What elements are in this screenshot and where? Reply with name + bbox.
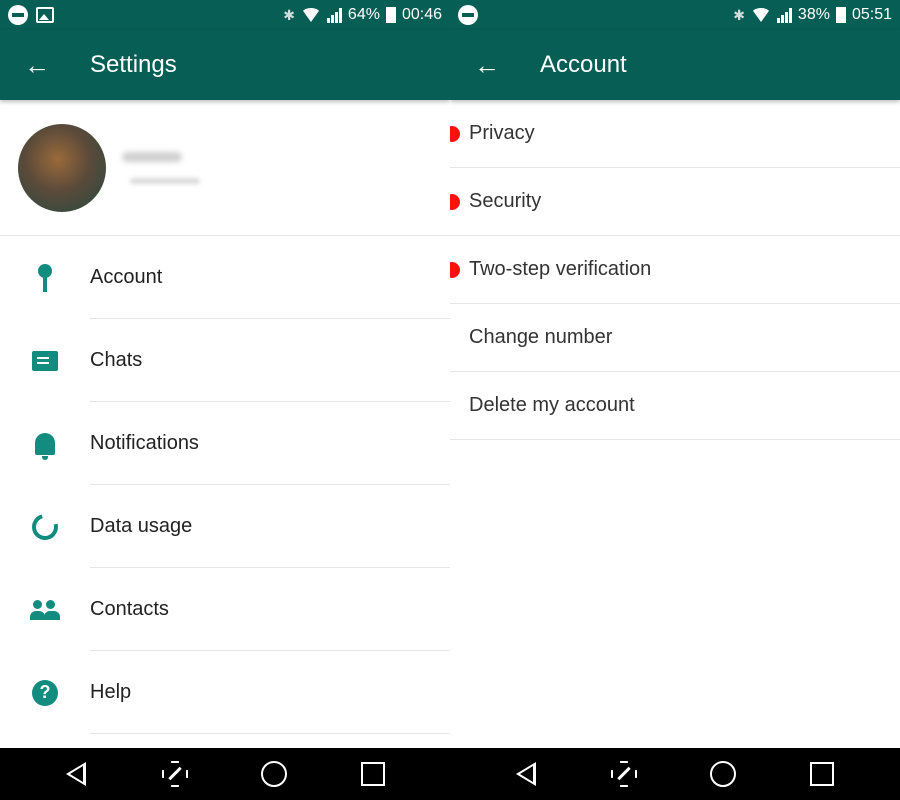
app-bar: ← Settings — [0, 30, 450, 100]
home-circle-icon — [261, 761, 287, 787]
battery-percent: 64% — [347, 6, 380, 23]
account-item-delete-account[interactable]: Delete my account — [450, 372, 900, 440]
chat-icon — [32, 350, 58, 371]
capture-icon — [611, 761, 637, 787]
account-item-label: Privacy — [469, 122, 535, 144]
menu-item-label: Notifications — [90, 432, 199, 454]
wifi-icon — [300, 8, 321, 22]
battery-percent: 38% — [797, 6, 830, 23]
back-arrow-icon[interactable]: ← — [24, 52, 50, 78]
help-icon: ? — [32, 679, 58, 706]
account-item-label: Delete my account — [469, 394, 635, 416]
back-triangle-icon — [516, 762, 536, 786]
page-title: Settings — [90, 51, 177, 78]
app-bar: ← Account — [450, 30, 900, 100]
status-time: 00:46 — [401, 6, 442, 23]
nav-back-button[interactable] — [510, 758, 542, 790]
back-triangle-icon — [66, 762, 86, 786]
recents-square-icon — [361, 762, 385, 786]
menu-item-contacts[interactable]: Contacts — [0, 568, 450, 651]
status-bar: ✱ 64% 00:46 — [0, 0, 450, 30]
do-not-disturb-icon — [458, 5, 478, 25]
account-item-change-number[interactable]: Change number — [450, 304, 900, 372]
profile-row[interactable] — [0, 100, 450, 236]
account-item-label: Change number — [469, 326, 613, 348]
signal-icon — [326, 7, 342, 23]
divider — [90, 733, 450, 734]
menu-item-label: Help — [90, 681, 132, 703]
nav-capture-button[interactable] — [159, 758, 191, 790]
account-item-label: Security — [469, 190, 542, 212]
nav-recents-button[interactable] — [806, 758, 838, 790]
wifi-icon — [750, 8, 771, 22]
menu-item-help[interactable]: ? Help — [0, 651, 450, 734]
menu-item-label: Chats — [90, 349, 143, 371]
blurred-profile-text — [122, 151, 200, 184]
page-title: Account — [540, 51, 627, 78]
nav-capture-button[interactable] — [608, 758, 640, 790]
red-marker-dot — [450, 194, 460, 210]
contacts-icon — [30, 599, 60, 620]
avatar[interactable] — [18, 123, 106, 212]
account-screen: ✱ 38% 05:51 ← Account Privacy Security T… — [450, 0, 900, 748]
red-marker-dot — [450, 262, 460, 278]
do-not-disturb-icon — [8, 5, 28, 25]
menu-item-data-usage[interactable]: Data usage — [0, 485, 450, 568]
menu-item-chats[interactable]: Chats — [0, 319, 450, 402]
menu-item-label: Data usage — [90, 515, 193, 537]
account-item-two-step-verification[interactable]: Two-step verification — [450, 236, 900, 304]
bluetooth-icon: ✱ — [733, 6, 745, 23]
nav-back-button[interactable] — [60, 758, 92, 790]
battery-icon — [835, 7, 846, 23]
nav-home-button[interactable] — [707, 758, 739, 790]
menu-item-label: Contacts — [90, 598, 169, 620]
status-time: 05:51 — [851, 6, 892, 23]
navigation-bar — [0, 748, 900, 800]
account-item-security[interactable]: Security — [450, 168, 900, 236]
home-circle-icon — [710, 761, 736, 787]
account-item-privacy[interactable]: Privacy — [450, 100, 900, 168]
capture-icon — [162, 761, 188, 787]
battery-icon — [385, 7, 396, 23]
menu-item-account[interactable]: Account — [0, 236, 450, 319]
red-marker-dot — [450, 126, 460, 142]
signal-icon — [776, 7, 792, 23]
settings-screen: ✱ 64% 00:46 ← Settings Account Chats Not… — [0, 0, 450, 748]
bluetooth-icon: ✱ — [283, 6, 295, 23]
data-usage-icon — [27, 508, 63, 545]
account-item-label: Two-step verification — [469, 258, 652, 280]
back-arrow-icon[interactable]: ← — [474, 52, 500, 78]
menu-item-notifications[interactable]: Notifications — [0, 402, 450, 485]
key-icon — [37, 263, 53, 292]
nav-home-button[interactable] — [258, 758, 290, 790]
nav-recents-button[interactable] — [357, 758, 389, 790]
bell-icon — [35, 432, 55, 460]
status-bar: ✱ 38% 05:51 — [450, 0, 900, 30]
image-notification-icon — [36, 7, 54, 23]
recents-square-icon — [810, 762, 834, 786]
menu-item-label: Account — [90, 266, 163, 288]
